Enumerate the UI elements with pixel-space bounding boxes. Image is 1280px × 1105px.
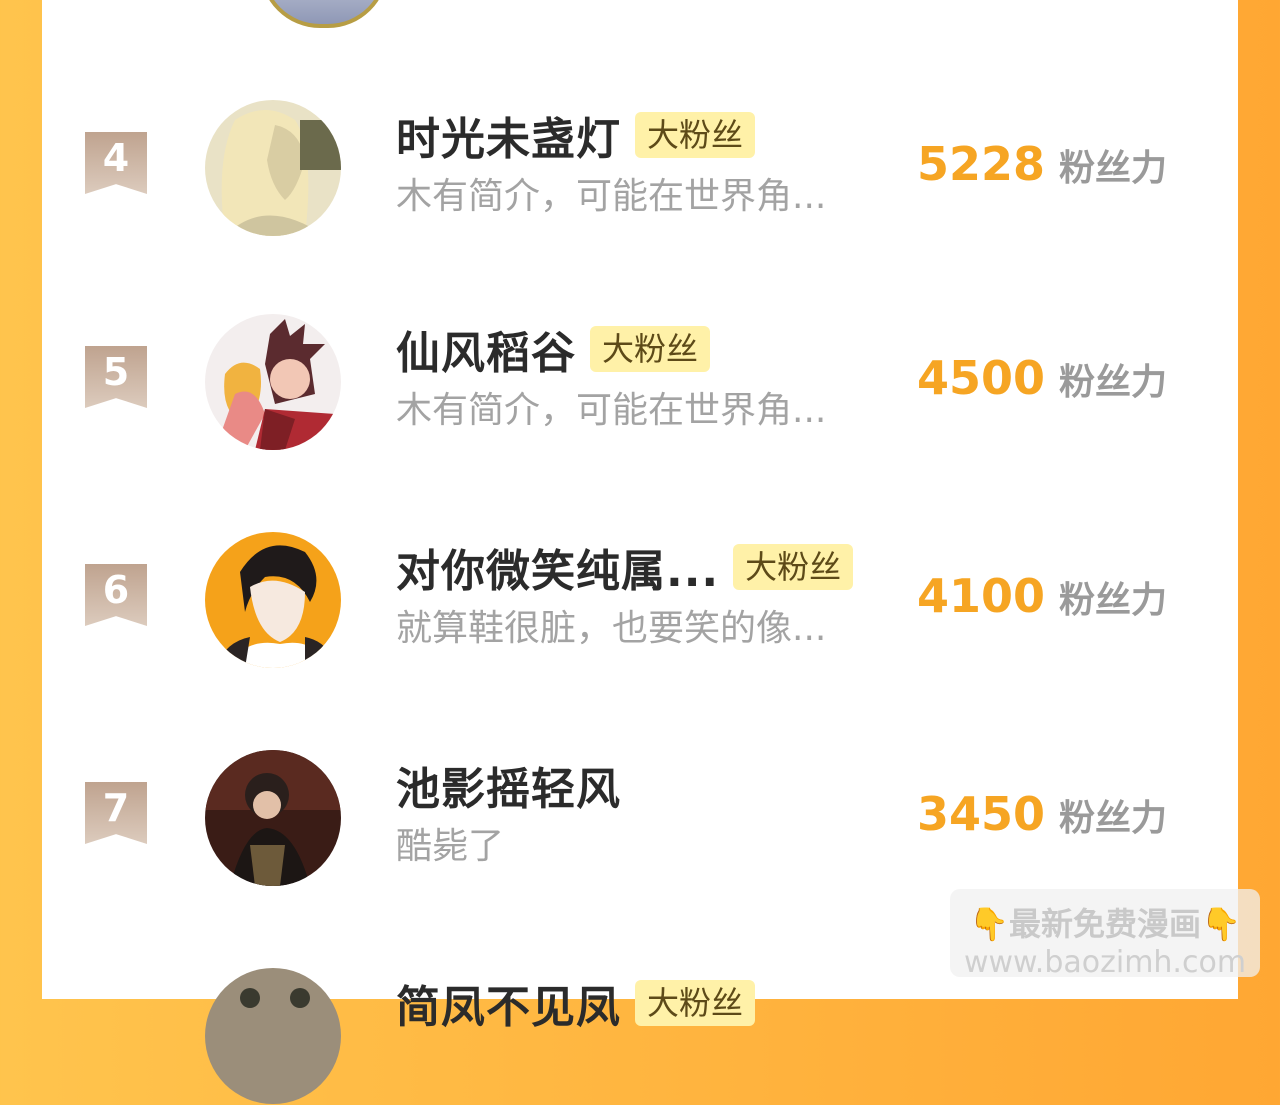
rank-badge: 4	[85, 132, 147, 194]
fan-power-label: 粉丝力	[1059, 580, 1168, 621]
fan-power-label: 粉丝力	[1059, 148, 1168, 189]
user-name[interactable]: 池影摇轻风	[396, 753, 621, 817]
user-name[interactable]: 对你微笑纯属...	[396, 535, 719, 599]
user-avatar[interactable]	[205, 968, 341, 1104]
watermark-text: 最新免费漫画	[1008, 905, 1201, 943]
fan-power-value: 4100	[917, 569, 1046, 623]
fan-level-badge: 大粉丝	[635, 112, 756, 158]
user-name[interactable]: 简凤不见凤	[396, 971, 621, 1035]
user-name[interactable]: 时光未盏灯	[396, 103, 621, 167]
rank-badge: 7	[85, 782, 147, 844]
user-bio: 木有简介，可能在世界角...	[396, 390, 827, 431]
ranking-row[interactable]: 6 对你微笑纯属... 大粉丝 就算鞋很脏，也要笑的像... 4100 粉丝力	[42, 529, 1238, 669]
fan-power-label: 粉丝力	[1059, 798, 1168, 839]
user-bio: 酷毙了	[396, 826, 505, 867]
fan-ranking-panel: 4 时光未盏灯 大粉丝 木有简介，可能在世界角... 5228 粉丝力 5 仙风…	[42, 0, 1238, 1104]
fan-power-value: 3450	[917, 787, 1046, 841]
fan-level-badge: 大粉丝	[635, 980, 756, 1026]
ranking-row[interactable]: 简凤不见凤 大粉丝	[42, 965, 1238, 1105]
ranking-row[interactable]: 4 时光未盏灯 大粉丝 木有简介，可能在世界角... 5228 粉丝力	[42, 97, 1238, 237]
pointing-down-icon: 👇	[969, 905, 1009, 943]
fan-power-value: 4500	[917, 351, 1046, 405]
user-avatar[interactable]	[205, 750, 341, 886]
fan-level-badge: 大粉丝	[733, 544, 854, 590]
watermark-url: www.baozimh.com	[963, 945, 1247, 980]
rank-badge: 6	[85, 564, 147, 626]
user-avatar[interactable]	[205, 314, 341, 450]
fan-power-label: 粉丝力	[1059, 362, 1168, 403]
user-bio: 木有简介，可能在世界角...	[396, 176, 827, 217]
fan-power-value: 5228	[917, 137, 1046, 191]
avatar-partial[interactable]	[260, 0, 388, 28]
ranking-row[interactable]: 5 仙风稻谷 大粉丝 木有简介，可能在世界角... 4500 粉丝力	[42, 311, 1238, 451]
pointing-down-icon: 👇	[1201, 905, 1241, 943]
user-avatar[interactable]	[205, 532, 341, 668]
fan-level-badge: 大粉丝	[590, 326, 711, 372]
ranking-row[interactable]: 7 池影摇轻风 酷毙了 3450 粉丝力	[42, 747, 1238, 887]
rank-badge: 5	[85, 346, 147, 408]
user-avatar[interactable]	[205, 100, 341, 236]
user-name[interactable]: 仙风稻谷	[396, 317, 576, 381]
user-bio: 就算鞋很脏，也要笑的像...	[396, 608, 827, 649]
watermark: 👇最新免费漫画👇 www.baozimh.com	[950, 889, 1260, 980]
